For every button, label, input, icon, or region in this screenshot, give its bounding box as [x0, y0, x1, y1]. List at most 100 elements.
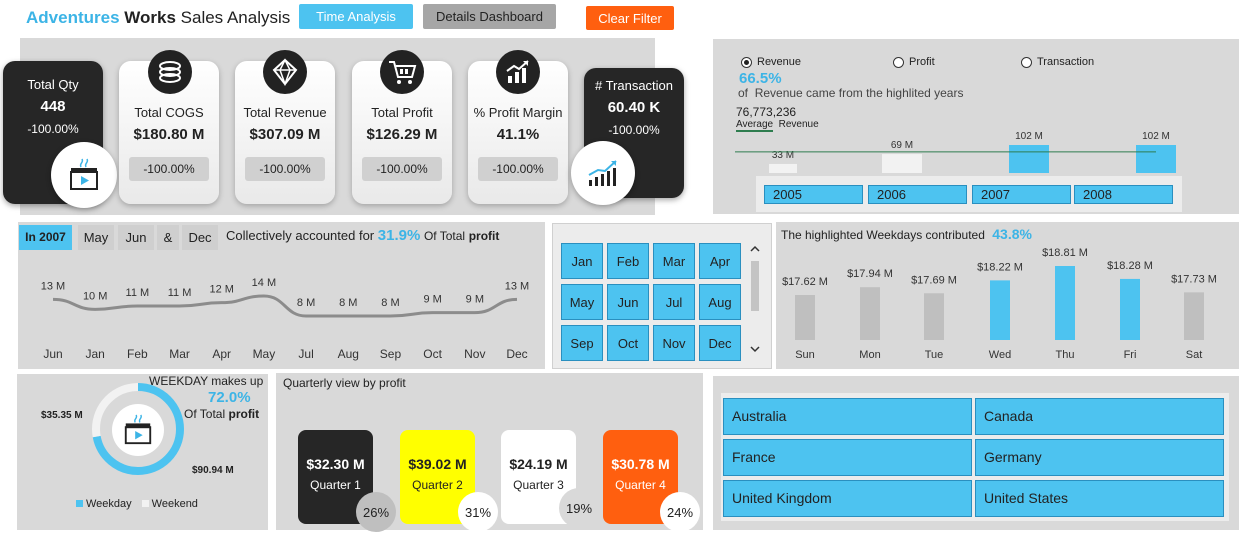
details-dashboard-button[interactable]: Details Dashboard [423, 4, 556, 29]
revenue-caption-text: Revenue came from the highlited years [754, 86, 964, 100]
country-button-united-states[interactable]: United States [975, 480, 1224, 517]
kpi-value: $126.29 M [366, 126, 438, 143]
month-button-nov[interactable]: Nov [653, 325, 695, 361]
quarter-value: $24.19 M [509, 456, 568, 472]
radio-profit[interactable]: Profit [893, 56, 935, 68]
transaction-circle [571, 141, 635, 205]
clear-filter-button[interactable]: Clear Filter [586, 6, 674, 30]
weekday-x-tick: Mon [859, 349, 880, 361]
weekday-x-tick: Sat [1186, 349, 1203, 361]
weekday-caption: The highlighted Weekdays contributed 43.… [781, 226, 1032, 242]
kpi-value: 60.40 K [607, 99, 661, 116]
dashboard-title: Adventures Works Sales Analysis [26, 8, 290, 28]
monthly-x-tick: Sep [380, 347, 402, 361]
weekday-bar-label: $17.73 M [1171, 273, 1217, 285]
kpi-value: 41.1% [496, 126, 540, 143]
cogs-icon-circle [148, 50, 192, 94]
radio-label: Revenue [757, 56, 802, 68]
weekday-x-tick: Wed [989, 349, 1011, 361]
weekday-bar [1120, 278, 1140, 340]
year-button-2007[interactable]: 2007 [972, 185, 1071, 204]
donut-label-weekday: $90.94 M [192, 465, 234, 476]
year-button-2006[interactable]: 2006 [868, 185, 967, 204]
monthly-caption-bold: profit [468, 229, 500, 243]
month-button-jun[interactable]: Jun [607, 284, 649, 320]
monthly-x-tick: Jul [298, 347, 313, 361]
monthly-data-label: 11 M [168, 287, 192, 299]
year-bar-label: 102 M [1015, 131, 1043, 142]
year-bar [769, 163, 797, 173]
legend-weekday-label: Weekday [86, 498, 132, 510]
donut-caption-suffix-text: Of Total [184, 407, 226, 421]
kpi-pct: -100.00% [27, 122, 79, 136]
quarter-label: Quarter 2 [412, 478, 463, 492]
weekday-bar-label: $17.62 M [782, 276, 828, 288]
title-part1: Adventures [26, 8, 120, 27]
chevron-up-icon[interactable] [747, 243, 763, 255]
month-button-feb[interactable]: Feb [607, 243, 649, 279]
country-button-france[interactable]: France [723, 439, 972, 476]
weekday-caption-text: The highlighted Weekdays contributed [781, 228, 985, 242]
monthly-data-label: 11 M [126, 287, 150, 299]
weekday-bar-label: $18.81 M [1042, 247, 1088, 259]
monthly-x-tick: Apr [212, 347, 231, 361]
weekday-x-tick: Thu [1056, 349, 1075, 361]
revenue-icon-circle [263, 50, 307, 94]
revenue-caption-of: of [738, 86, 749, 100]
radio-revenue[interactable]: Revenue [741, 56, 801, 68]
radio-label: Transaction [1037, 56, 1095, 68]
year-bar [882, 154, 922, 173]
month-button-jan[interactable]: Jan [561, 243, 603, 279]
kpi-title: # Transaction [594, 78, 674, 93]
weekday-bar-label: $18.22 M [977, 261, 1023, 273]
month-button-apr[interactable]: Apr [699, 243, 741, 279]
monthly-data-label: 9 M [423, 294, 441, 306]
quarter-pct-4: 24% [660, 492, 700, 532]
month-button-mar[interactable]: Mar [653, 243, 695, 279]
monthly-data-label: 8 M [339, 297, 357, 309]
month-button-sep[interactable]: Sep [561, 325, 603, 361]
chevron-down-icon[interactable] [747, 343, 763, 355]
monthly-data-label: 14 M [252, 277, 276, 289]
quarter-value: $32.30 M [306, 456, 365, 472]
monthly-x-tick: Jan [86, 347, 105, 361]
radio-transaction[interactable]: Transaction [1021, 56, 1094, 68]
quarter-label: Quarter 3 [513, 478, 564, 492]
monthly-data-label: 13 M [41, 280, 65, 292]
month-button-aug[interactable]: Aug [699, 284, 741, 320]
monthly-x-tick: Oct [423, 347, 442, 361]
monthly-data-label: 12 M [209, 284, 233, 296]
country-button-germany[interactable]: Germany [975, 439, 1224, 476]
monthly-pct: 31.9% [377, 227, 421, 244]
revenue-highlight-pct: 66.5% [739, 70, 782, 87]
year-bar-label: 102 M [1142, 131, 1170, 142]
legend-weekend: Weekend [141, 498, 198, 510]
film-clapper-icon [124, 414, 152, 445]
donut-caption-suffix: Of Total profit [184, 407, 259, 421]
quarter-label: Quarter 4 [615, 478, 666, 492]
country-button-canada[interactable]: Canada [975, 398, 1224, 435]
monthly-data-label: 9 M [466, 294, 484, 306]
kpi-value: 448 [40, 98, 66, 115]
country-button-united-kingdom[interactable]: United Kingdom [723, 480, 972, 517]
month-button-dec[interactable]: Dec [699, 325, 741, 361]
qty-circle [51, 142, 117, 208]
film-clapper-icon [70, 158, 98, 190]
slicer-scrollbar[interactable] [747, 243, 763, 357]
country-button-australia[interactable]: Australia [723, 398, 972, 435]
month-tag-jun: Jun [118, 225, 154, 250]
year-button-2008[interactable]: 2008 [1074, 185, 1173, 204]
title-part3: Sales Analysis [180, 8, 291, 27]
time-analysis-button[interactable]: Time Analysis [299, 4, 413, 29]
month-button-jul[interactable]: Jul [653, 284, 695, 320]
donut-pct: 72.0% [208, 389, 251, 406]
scrollbar-thumb[interactable] [751, 261, 759, 311]
monthly-caption-suffix: Of Total [423, 229, 466, 243]
weekday-x-tick: Sun [795, 349, 815, 361]
month-button-oct[interactable]: Oct [607, 325, 649, 361]
year-bar-chart: 33 M69 M102 M 102 M [735, 131, 1176, 173]
weekday-x-tick: Fri [1124, 349, 1137, 361]
month-button-may[interactable]: May [561, 284, 603, 320]
year-button-2005[interactable]: 2005 [764, 185, 863, 204]
year-bar [1136, 145, 1176, 173]
